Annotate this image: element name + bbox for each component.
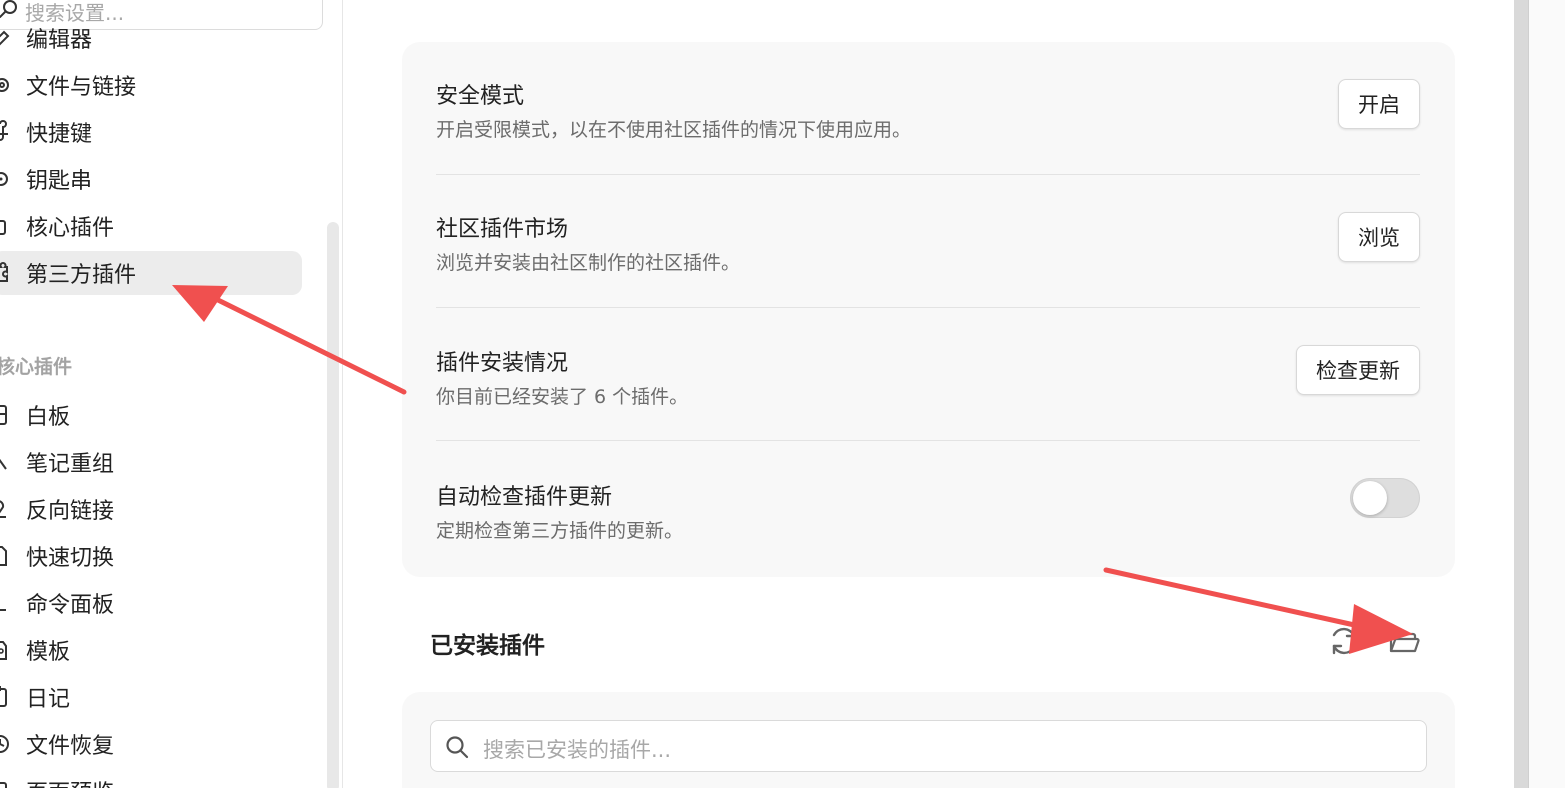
- sidebar-item-command-palette[interactable]: 命令面板: [0, 581, 302, 625]
- key-icon: [0, 172, 8, 186]
- sidebar-item-label: 编辑器: [26, 28, 93, 53]
- pencil-icon: [0, 30, 10, 46]
- setting-description: 开启受限模式，以在不使用社区插件的情况下使用应用。: [436, 119, 912, 141]
- sidebar-item-page-preview[interactable]: 页面预览: [0, 769, 302, 788]
- setting-title: 自动检查插件更新: [436, 485, 613, 510]
- command-icon: [0, 120, 8, 141]
- setting-community-market: 社区插件市场 浏览并安装由社区制作的社区插件。 浏览: [436, 175, 1420, 308]
- browse-plugins-button[interactable]: 浏览: [1338, 212, 1420, 262]
- sidebar-item-label: 快捷键: [26, 122, 93, 147]
- setting-description: 你目前已经安装了 6 个插件。: [436, 386, 689, 408]
- setting-restricted-mode: 安全模式 开启受限模式，以在不使用社区插件的情况下使用应用。 开启: [436, 42, 1420, 175]
- settings-content: 安全模式 开启受限模式，以在不使用社区插件的情况下使用应用。 开启 社区插件市场…: [344, 0, 1514, 788]
- sidebar-item-file-recovery[interactable]: 文件恢复: [0, 722, 302, 766]
- turn-on-restricted-mode-button[interactable]: 开启: [1338, 79, 1420, 129]
- sidebar-item-files-links[interactable]: 文件与链接: [0, 63, 302, 107]
- template-icon: [0, 641, 7, 660]
- canvas-icon: [0, 405, 7, 425]
- sidebar-item-label: 文件恢复: [26, 734, 115, 759]
- check-updates-button[interactable]: 检查更新: [1296, 345, 1420, 395]
- sidebar-item-label: 模板: [26, 640, 71, 665]
- sidebar-item-core-plugins[interactable]: 核心插件: [0, 204, 302, 248]
- sidebar-item-label: 白板: [26, 405, 71, 430]
- setting-title: 安全模式: [436, 84, 525, 109]
- sidebar-item-label: 页面预览: [26, 775, 114, 788]
- terminal-icon: [0, 609, 6, 611]
- installed-plugins-heading: 已安装插件: [430, 633, 545, 659]
- sidebar-section-title: 核心插件: [0, 356, 73, 378]
- sidebar-item-label: 快速切换: [26, 546, 115, 571]
- setting-description: 定期检查第三方插件的更新。: [436, 520, 684, 542]
- setting-installed-status: 插件安装情况 你目前已经安装了 6 个插件。 检查更新: [436, 308, 1420, 441]
- backlink-icon: [0, 500, 6, 518]
- folder-open-icon[interactable]: [1387, 624, 1421, 658]
- installed-plugins-card: 搜索已安装的插件...: [402, 692, 1455, 788]
- installed-plugins-search-placeholder: 搜索已安装的插件...: [483, 738, 672, 762]
- setting-title: 社区插件市场: [436, 217, 569, 242]
- setting-auto-update: 自动检查插件更新 定期检查第三方插件的更新。: [436, 441, 1420, 574]
- setting-description: 浏览并安装由社区制作的社区插件。: [436, 252, 741, 274]
- sidebar-item-note-composer[interactable]: 笔记重组: [0, 440, 302, 484]
- sidebar-item-backlinks[interactable]: 反向链接: [0, 487, 302, 531]
- setting-title: 插件安装情况: [436, 351, 569, 376]
- sidebar-item-keychain[interactable]: 钥匙串: [0, 157, 302, 201]
- sidebar-item-daily-notes[interactable]: 日记: [0, 675, 302, 719]
- sidebar-item-label: 文件与链接: [26, 75, 137, 100]
- toggle-knob: [1353, 481, 1387, 515]
- calendar-icon: [0, 686, 7, 707]
- sidebar-item-label: 笔记重组: [26, 452, 115, 477]
- sidebar-item-editor[interactable]: 编辑器: [0, 16, 302, 60]
- sidebar-item-label: 第三方插件: [26, 263, 137, 288]
- scissors-icon: [0, 458, 7, 470]
- sidebar-item-canvas[interactable]: 白板: [0, 393, 302, 437]
- refresh-icon[interactable]: [1327, 624, 1361, 658]
- installed-plugins-search-input[interactable]: 搜索已安装的插件...: [430, 720, 1427, 772]
- preview-icon: [0, 782, 7, 788]
- auto-update-toggle[interactable]: [1350, 478, 1420, 518]
- sidebar-item-label: 反向链接: [26, 499, 115, 524]
- sidebar-item-hotkeys[interactable]: 快捷键: [0, 110, 302, 154]
- history-icon: [0, 735, 9, 753]
- gear-icon: [0, 78, 9, 92]
- puzzle-icon: [0, 262, 8, 282]
- settings-sidebar: 搜索设置... 编辑器 文件与链接 快捷键 钥匙串 核心插件 第三方插件 核心插…: [0, 0, 343, 788]
- sidebar-item-label: 钥匙串: [26, 169, 93, 194]
- window-edge: [1528, 0, 1565, 788]
- sidebar-scrollbar[interactable]: [327, 222, 339, 788]
- sidebar-item-label: 命令面板: [26, 593, 115, 618]
- sidebar-item-community-plugins[interactable]: 第三方插件: [0, 251, 302, 295]
- file-switch-icon: [0, 546, 7, 566]
- search-icon: [446, 736, 469, 759]
- plug-icon: [0, 220, 6, 235]
- content-scrollbar[interactable]: [1514, 0, 1528, 788]
- sidebar-item-quick-switcher[interactable]: 快速切换: [0, 534, 302, 578]
- sidebar-item-templates[interactable]: 模板: [0, 628, 302, 672]
- sidebar-item-label: 核心插件: [26, 216, 115, 241]
- community-plugins-settings-card: 安全模式 开启受限模式，以在不使用社区插件的情况下使用应用。 开启 社区插件市场…: [402, 42, 1455, 577]
- sidebar-item-label: 日记: [26, 687, 71, 712]
